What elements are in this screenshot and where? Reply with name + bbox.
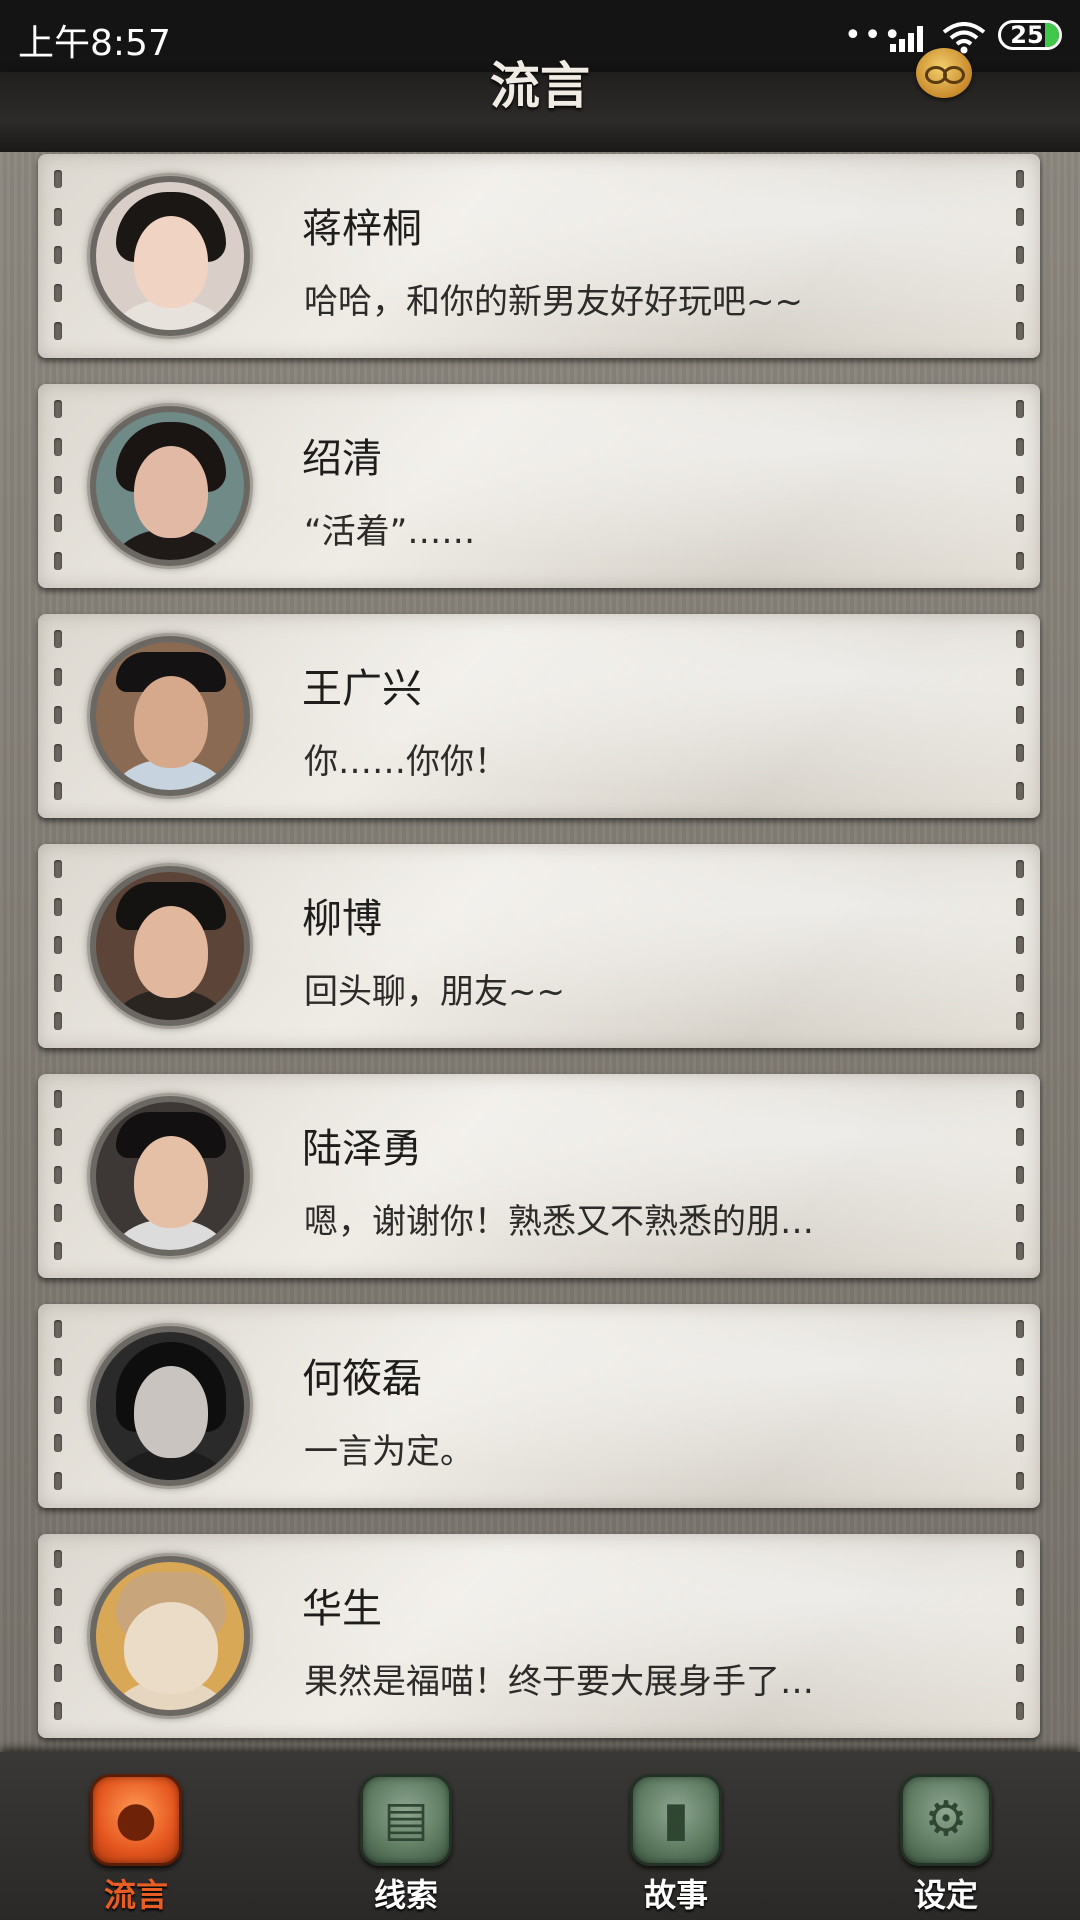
last-message: 一言为定。 [304, 1432, 474, 1472]
avatar[interactable] [90, 636, 250, 796]
film-holes-decoration [1016, 400, 1024, 572]
battery-level: 25 [1010, 21, 1044, 49]
avatar[interactable] [90, 406, 250, 566]
tab-label: 线索 [373, 1876, 438, 1914]
contact-card[interactable]: 柳博 回头聊，朋友~~ [38, 844, 1040, 1048]
avatar[interactable] [90, 866, 250, 1026]
contact-name: 蒋梓桐 [302, 206, 422, 252]
film-holes-decoration [54, 170, 62, 342]
contact-name: 柳博 [302, 896, 382, 942]
film-holes-decoration [1016, 860, 1024, 1032]
contact-card[interactable]: 何筱磊 一言为定。 [38, 1304, 1040, 1508]
film-holes-decoration [1016, 1550, 1024, 1722]
film-holes-decoration [54, 400, 62, 572]
contact-name: 陆泽勇 [302, 1126, 422, 1172]
book-icon: ▮ [630, 1774, 722, 1866]
contact-list[interactable]: 蒋梓桐 哈哈，和你的新男友好好玩吧~~ 绍清 “活着”…… 王广兴 你……你你！ [0, 152, 1080, 1752]
film-holes-decoration [54, 860, 62, 1032]
tab-clues[interactable]: ▤ 线索 [356, 1774, 456, 1914]
film-holes-decoration [54, 1550, 62, 1722]
avatar[interactable] [90, 1096, 250, 1256]
film-holes-decoration [1016, 1090, 1024, 1262]
clue-paper-icon: ▤ [360, 1774, 452, 1866]
mascot-badge-icon[interactable] [916, 48, 972, 98]
bottom-nav: ● 流言 ▤ 线索 ▮ 故事 ⚙ 设定 [0, 1752, 1080, 1920]
contact-name: 绍清 [302, 436, 382, 482]
last-message: 果然是福喵！终于要大展身手了… [304, 1662, 814, 1702]
last-message: “活着”…… [304, 512, 476, 552]
app-header: 流言 [0, 48, 1080, 152]
film-holes-decoration [54, 630, 62, 802]
contact-card[interactable]: 王广兴 你……你你！ [38, 614, 1040, 818]
avatar[interactable] [90, 1326, 250, 1486]
avatar[interactable] [90, 176, 250, 336]
chat-bubble-icon: ● [90, 1774, 182, 1866]
tab-label: 流言 [103, 1876, 168, 1914]
last-message: 回头聊，朋友~~ [304, 972, 565, 1012]
tab-settings[interactable]: ⚙ 设定 [896, 1774, 996, 1914]
tab-story[interactable]: ▮ 故事 [626, 1774, 726, 1914]
contact-card[interactable]: 蒋梓桐 哈哈，和你的新男友好好玩吧~~ [38, 154, 1040, 358]
film-holes-decoration [1016, 1320, 1024, 1492]
contact-name: 何筱磊 [302, 1356, 422, 1402]
contact-name: 华生 [302, 1586, 382, 1632]
gear-icon: ⚙ [900, 1774, 992, 1866]
contact-name: 王广兴 [302, 666, 422, 712]
film-holes-decoration [54, 1320, 62, 1492]
tab-rumors[interactable]: ● 流言 [86, 1774, 186, 1914]
tab-label: 设定 [913, 1876, 978, 1914]
last-message: 你……你你！ [304, 742, 508, 782]
avatar[interactable] [90, 1556, 250, 1716]
film-holes-decoration [1016, 630, 1024, 802]
film-holes-decoration [54, 1090, 62, 1262]
film-holes-decoration [1016, 170, 1024, 342]
last-message: 嗯，谢谢你！熟悉又不熟悉的朋… [304, 1202, 814, 1242]
last-message: 哈哈，和你的新男友好好玩吧~~ [304, 282, 803, 322]
contact-card[interactable]: 华生 果然是福喵！终于要大展身手了… [38, 1534, 1040, 1738]
contact-card[interactable]: 陆泽勇 嗯，谢谢你！熟悉又不熟悉的朋… [38, 1074, 1040, 1278]
contact-card[interactable]: 绍清 “活着”…… [38, 384, 1040, 588]
tab-label: 故事 [643, 1876, 708, 1914]
